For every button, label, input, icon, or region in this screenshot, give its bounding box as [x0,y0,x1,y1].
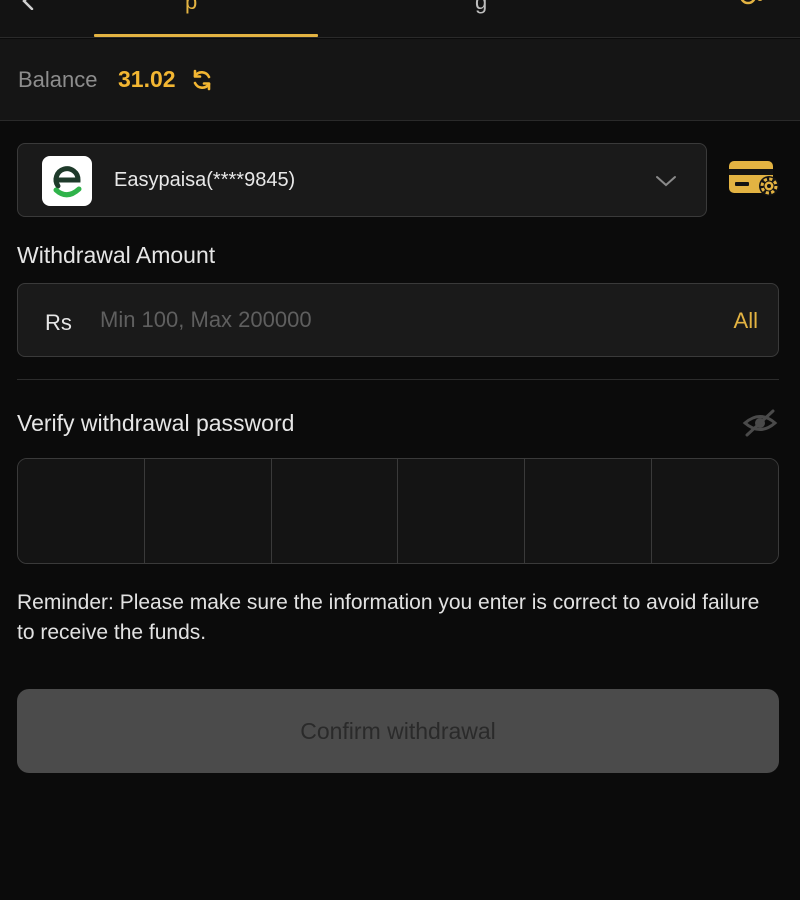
pin-cell-3[interactable] [271,459,399,563]
pin-cell-2[interactable] [144,459,272,563]
amount-title: Withdrawal Amount [17,242,216,268]
currency-prefix: Rs [45,310,72,335]
account-name: Easypaisa(****9845) [114,169,296,191]
record-icon[interactable] [736,0,766,12]
all-amount-button[interactable]: All [734,308,758,334]
withdrawal-page: p g Balance 31.02 Easypaisa(****9845) Wi… [0,0,800,900]
balance-value: 31.02 [118,66,176,92]
chevron-down-icon[interactable] [654,171,678,191]
balance-label: Balance [18,67,98,92]
chevron-left-icon[interactable] [18,0,42,10]
password-title: Verify withdrawal password [17,410,295,436]
eye-off-icon[interactable] [742,408,778,438]
pin-cell-1[interactable] [18,459,145,563]
divider [17,379,779,380]
refresh-icon[interactable] [190,68,214,92]
top-nav: p g [0,0,800,38]
confirm-withdrawal-button[interactable]: Confirm withdrawal [17,689,779,773]
tab-active-indicator [94,34,318,37]
amount-field: Rs All [17,283,779,357]
pin-cell-5[interactable] [525,459,653,563]
card-settings-icon[interactable] [728,158,782,198]
password-pin-input[interactable] [17,458,779,564]
balance-bar: Balance 31.02 [0,39,800,121]
account-select[interactable]: Easypaisa(****9845) [17,143,707,217]
pin-cell-6[interactable] [652,459,778,563]
pin-cell-4[interactable] [398,459,526,563]
amount-input[interactable] [100,300,680,340]
reminder-text: Reminder: Please make sure the informati… [17,591,760,644]
tab-other-label[interactable]: g [475,0,487,15]
tab-withdraw-label[interactable]: p [185,0,197,15]
easypaisa-logo [42,156,92,206]
